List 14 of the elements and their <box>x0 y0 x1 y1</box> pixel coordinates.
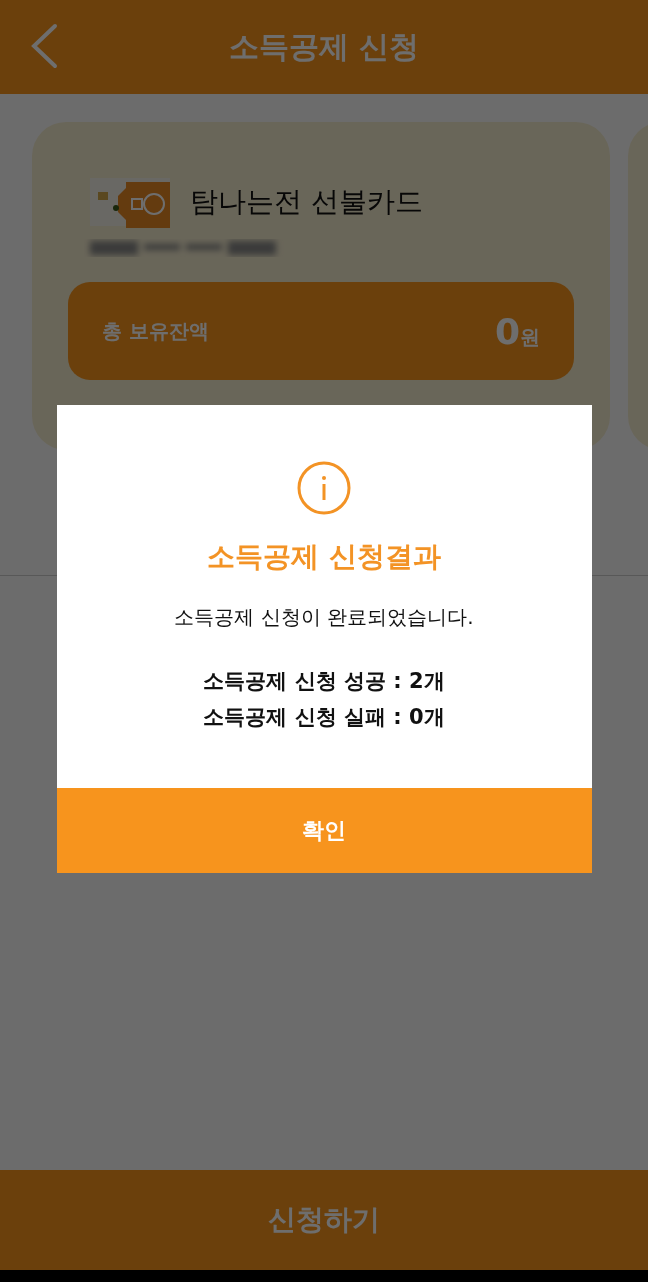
currency-unit: 원 <box>520 323 540 351</box>
info-icon <box>296 460 352 516</box>
balance-label: 총 보유잔액 <box>102 317 209 345</box>
dialog-message: 소득공제 신청이 완료되었습니다. <box>174 604 474 631</box>
result-line: 소득공제 신청 실패 : 0개 <box>203 704 445 731</box>
dialog-title: 소득공제 신청결과 <box>207 539 441 575</box>
prepaid-card-icon <box>90 176 170 228</box>
card-name: 탐나는전 선불카드 <box>190 184 423 220</box>
result-line: 소득공제 신청 성공 : 2개 <box>203 668 445 695</box>
page-title: 소득공제 신청 <box>228 27 420 66</box>
confirm-button[interactable]: 확인 <box>56 788 592 873</box>
balance-amount: 0 <box>494 310 520 352</box>
chevron-left-icon <box>29 23 59 69</box>
apply-button[interactable]: 신청하기 <box>0 1170 648 1270</box>
